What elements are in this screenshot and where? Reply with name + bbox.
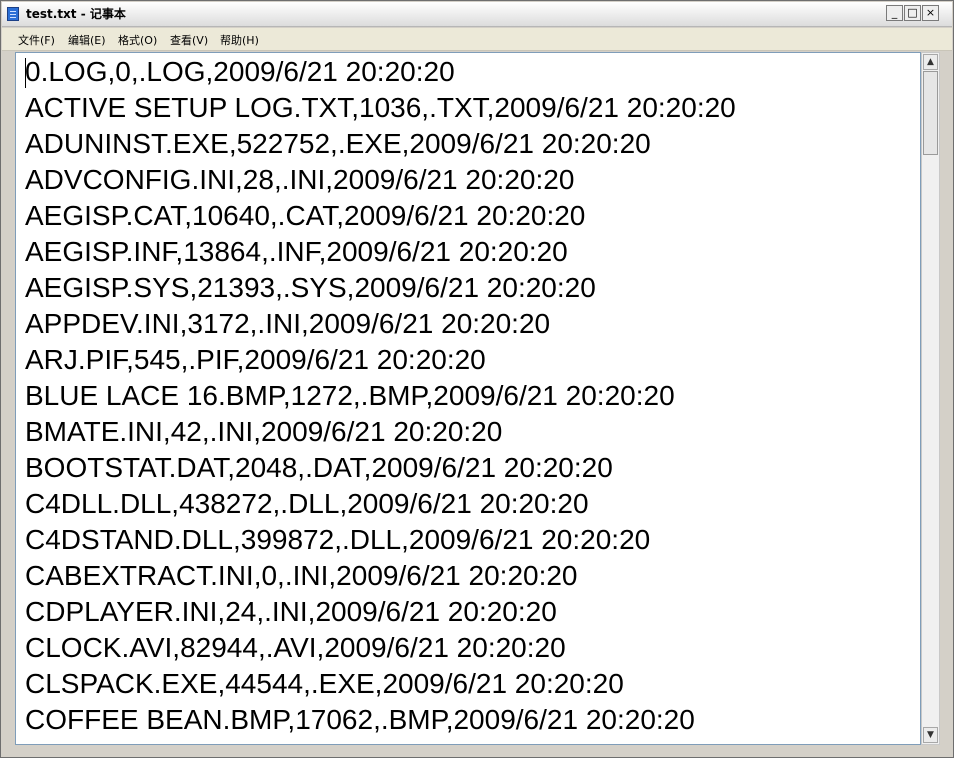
- menu-file[interactable]: 文件(F): [18, 32, 55, 48]
- text-line: C4DLL.DLL,438272,.DLL,2009/6/21 20:20:20: [25, 488, 589, 519]
- menu-edit[interactable]: 编辑(E): [68, 32, 106, 48]
- scroll-up-button[interactable]: ▲: [923, 54, 938, 70]
- window-bottom-edge: [15, 745, 940, 755]
- scroll-thumb[interactable]: [923, 71, 938, 155]
- text-line: ADUNINST.EXE,522752,.EXE,2009/6/21 20:20…: [25, 128, 651, 159]
- text-line: AEGISP.INF,13864,.INF,2009/6/21 20:20:20: [25, 236, 568, 267]
- text-line: CLOCK.AVI,82944,.AVI,2009/6/21 20:20:20: [25, 632, 566, 663]
- title-bar[interactable]: test.txt - 记事本 _ □ ×: [2, 2, 952, 27]
- text-line: CDPLAYER.INI,24,.INI,2009/6/21 20:20:20: [25, 596, 557, 627]
- menu-help[interactable]: 帮助(H): [220, 32, 259, 48]
- text-line: APPDEV.INI,3172,.INI,2009/6/21 20:20:20: [25, 308, 551, 339]
- scroll-down-button[interactable]: ▼: [923, 727, 938, 743]
- menu-format[interactable]: 格式(O): [118, 32, 157, 48]
- text-editor[interactable]: 0.LOG,0,.LOG,2009/6/21 20:20:20 ACTIVE S…: [15, 52, 921, 745]
- text-line: BLUE LACE 16.BMP,1272,.BMP,2009/6/21 20:…: [25, 380, 675, 411]
- text-line: CLSPACK.EXE,44544,.EXE,2009/6/21 20:20:2…: [25, 668, 624, 699]
- text-line: BOOTSTAT.DAT,2048,.DAT,2009/6/21 20:20:2…: [25, 452, 613, 483]
- text-line: AEGISP.CAT,10640,.CAT,2009/6/21 20:20:20: [25, 200, 586, 231]
- maximize-button[interactable]: □: [904, 5, 921, 21]
- text-line: COFFEE BEAN.BMP,17062,.BMP,2009/6/21 20:…: [25, 704, 695, 735]
- notepad-icon: [7, 7, 19, 21]
- close-button[interactable]: ×: [922, 5, 939, 21]
- window-title: test.txt - 记事本: [26, 7, 126, 21]
- text-line: C4DSTAND.DLL,399872,.DLL,2009/6/21 20:20…: [25, 524, 651, 555]
- menu-view[interactable]: 查看(V): [170, 32, 208, 48]
- text-line: AEGISP.SYS,21393,.SYS,2009/6/21 20:20:20: [25, 272, 596, 303]
- text-line: ARJ.PIF,545,.PIF,2009/6/21 20:20:20: [25, 344, 486, 375]
- minimize-button[interactable]: _: [886, 5, 903, 21]
- menu-bar: 文件(F) 编辑(E) 格式(O) 查看(V) 帮助(H): [2, 28, 952, 51]
- text-line: 0.LOG,0,.LOG,2009/6/21 20:20:20: [25, 56, 455, 87]
- notepad-window: test.txt - 记事本 _ □ × 文件(F) 编辑(E) 格式(O) 查…: [0, 0, 954, 758]
- vertical-scrollbar[interactable]: ▲ ▼: [921, 52, 940, 745]
- text-line: ACTIVE SETUP LOG.TXT,1036,.TXT,2009/6/21…: [25, 92, 736, 123]
- text-line: CABEXTRACT.INI,0,.INI,2009/6/21 20:20:20: [25, 560, 578, 591]
- text-line: ADVCONFIG.INI,28,.INI,2009/6/21 20:20:20: [25, 164, 575, 195]
- text-line: BMATE.INI,42,.INI,2009/6/21 20:20:20: [25, 416, 503, 447]
